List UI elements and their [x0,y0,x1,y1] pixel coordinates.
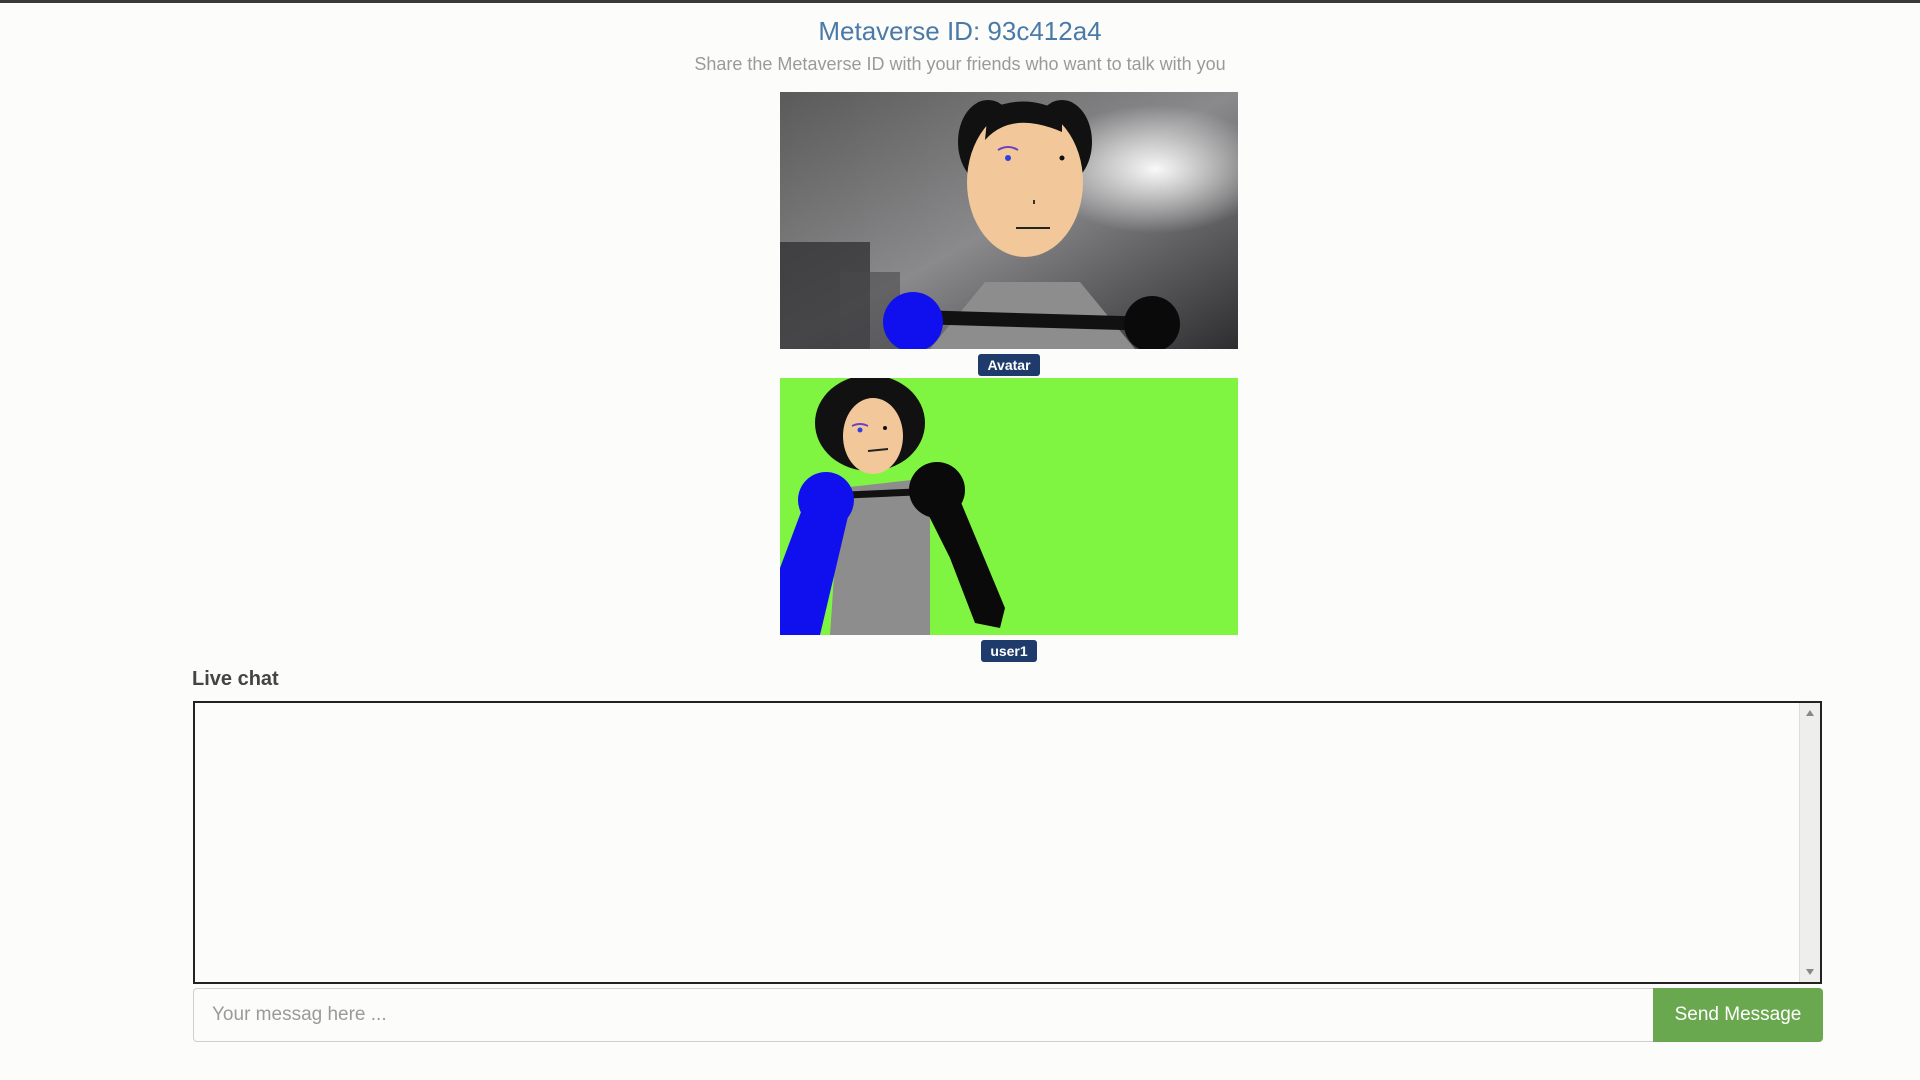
user1-video-label: user1 [981,640,1037,662]
send-message-button[interactable]: Send Message [1653,988,1823,1042]
avatar-video-panel: Avatar [780,92,1238,376]
chat-scrollbar[interactable] [1799,703,1820,982]
scroll-up-arrow-icon[interactable] [1806,710,1814,716]
page-header: Metaverse ID: 93c412a4 Share the Metaver… [0,14,1920,76]
chat-input-row: Send Message [193,988,1823,1042]
avatar-video [780,92,1238,349]
scroll-down-arrow-icon[interactable] [1806,969,1814,975]
top-border [0,0,1920,3]
live-chat-heading: Live chat [192,668,279,690]
avatar-video-label: Avatar [978,354,1040,376]
chat-messages-area[interactable] [193,701,1822,984]
message-input[interactable] [193,988,1653,1042]
metaverse-id-title: Metaverse ID: 93c412a4 [818,16,1102,46]
share-instructions: Share the Metaverse ID with your friends… [694,54,1226,74]
user1-video [780,378,1238,635]
user-video-panel: user1 [780,378,1238,662]
